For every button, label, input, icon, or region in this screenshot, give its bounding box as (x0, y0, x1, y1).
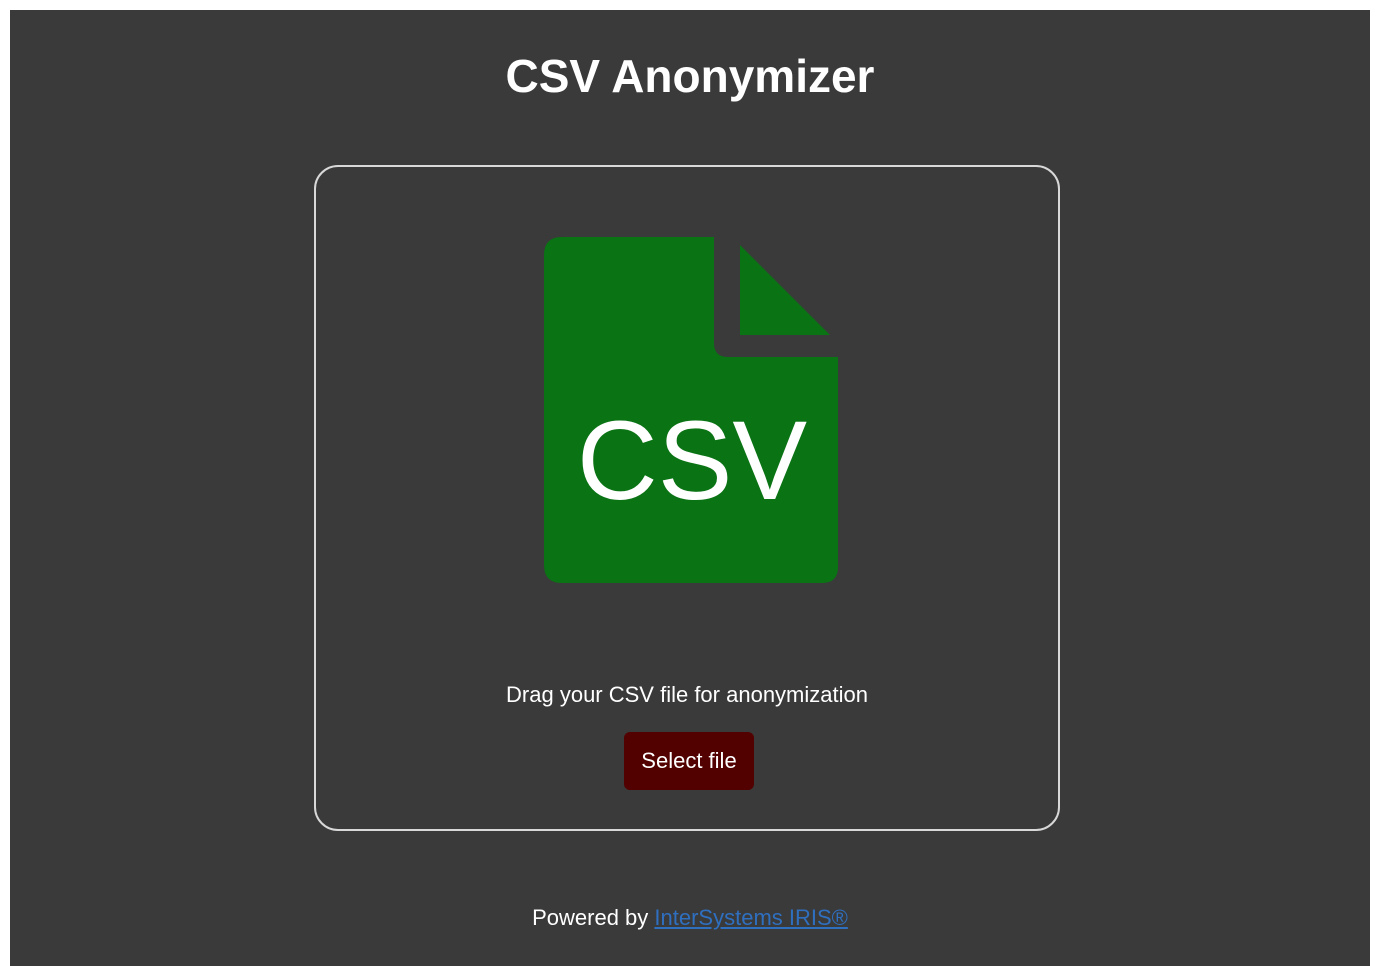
file-corner-fold-shape (740, 245, 830, 335)
drop-hint-text: Drag your CSV file for anonymization (506, 682, 868, 707)
file-drop-zone[interactable]: CSV Drag your CSV file for anonymization… (314, 165, 1060, 831)
footer-prefix: Powered by (532, 905, 649, 930)
page-title: CSV Anonymizer (505, 50, 875, 102)
footer: Powered by InterSystems IRIS® (10, 904, 1370, 932)
select-file-button[interactable]: Select file (624, 732, 754, 790)
csv-file-icon: CSV (544, 237, 838, 583)
csv-icon-label: CSV (577, 398, 808, 523)
app-container: CSV Anonymizer CSV Drag your CSV file fo… (10, 10, 1370, 966)
intersystems-iris-link[interactable]: InterSystems IRIS® (654, 905, 847, 930)
